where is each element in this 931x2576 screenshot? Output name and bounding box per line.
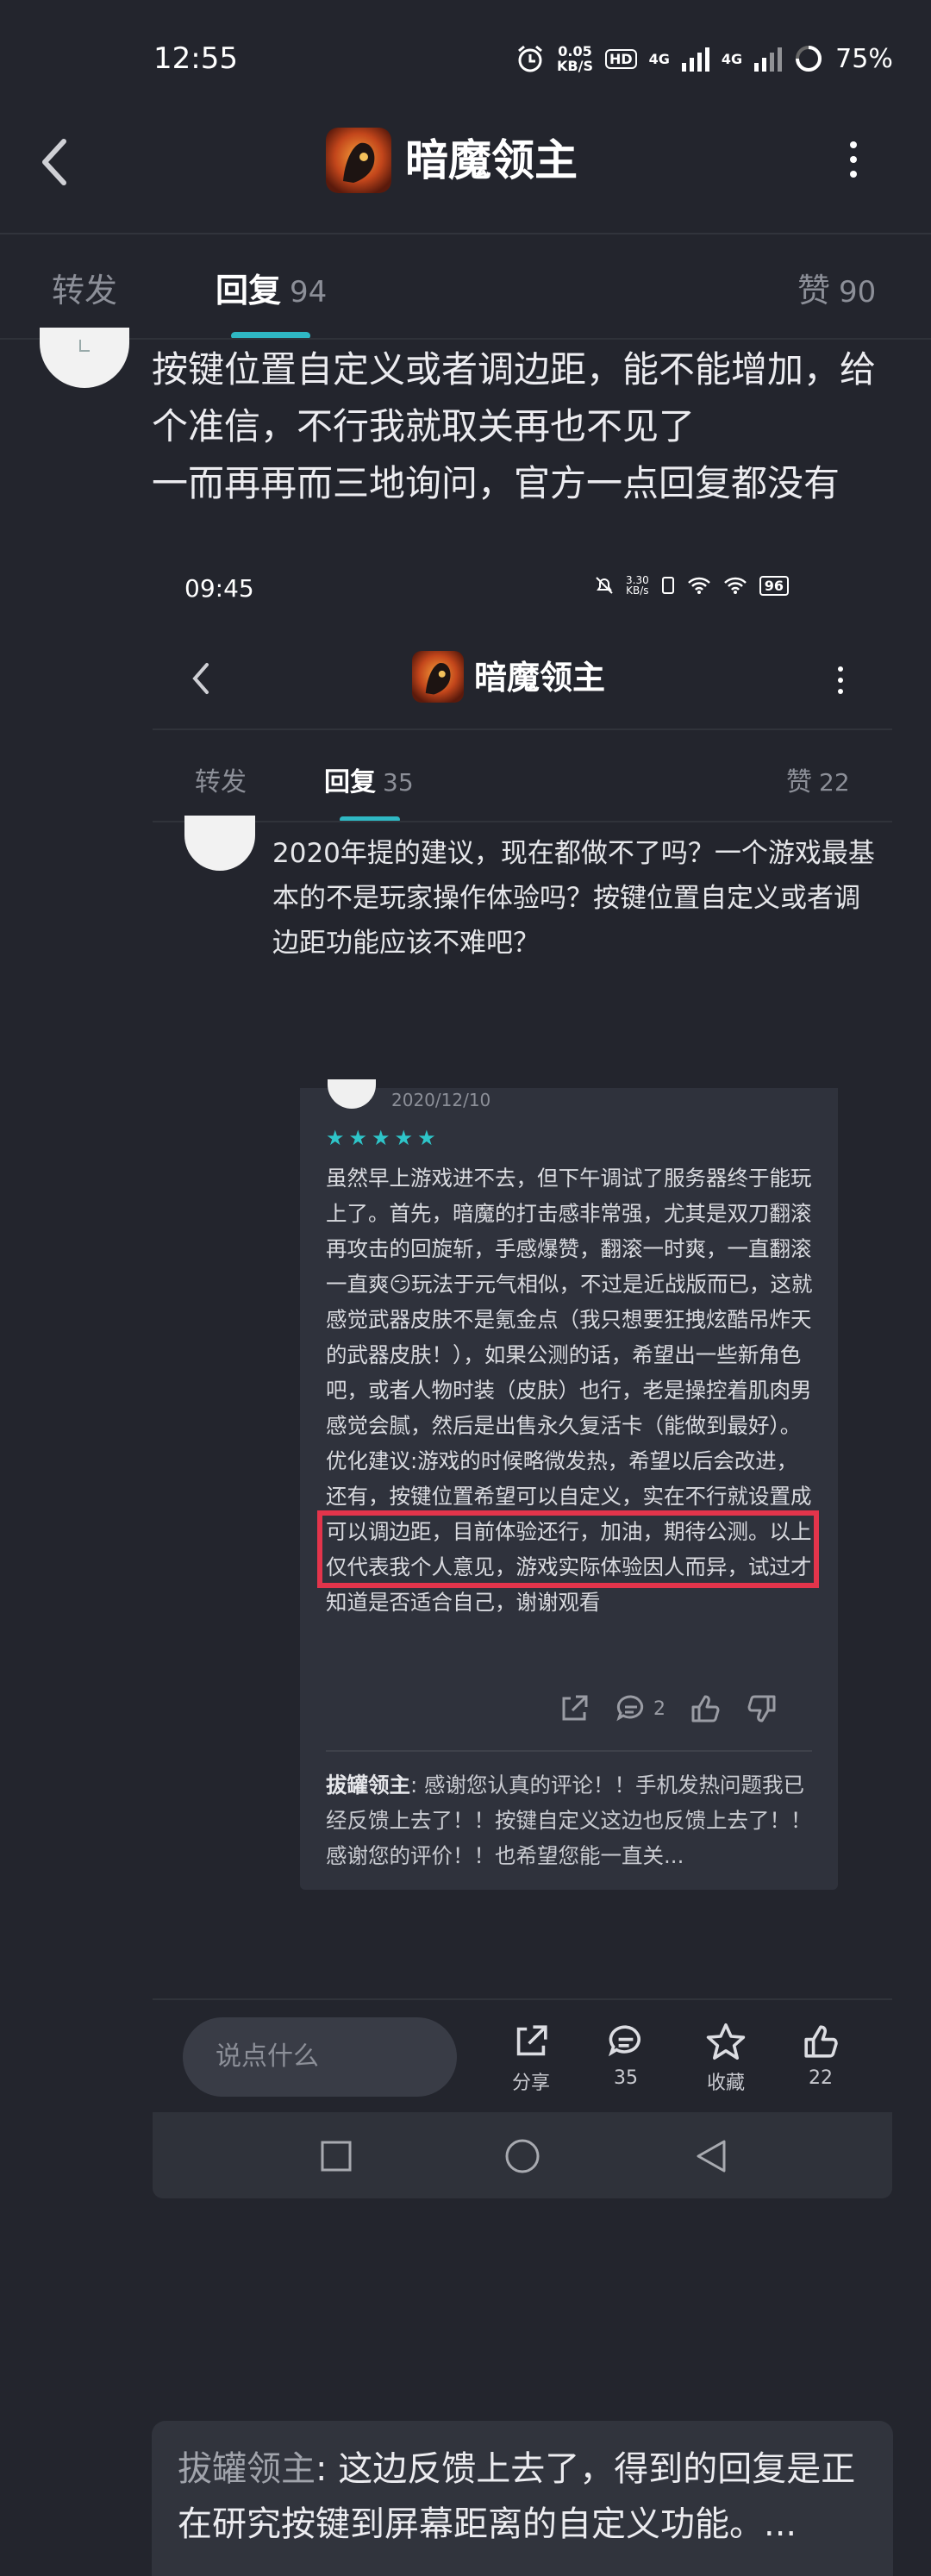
reply-preview-author: 拔罐领主 [178, 2449, 316, 2489]
hd-badge: HD [604, 48, 637, 69]
favorite-button[interactable]: 收藏 [691, 2021, 760, 2095]
alarm-icon [518, 45, 542, 72]
embedded-status-icons: 3.30 KB/s 96 [595, 575, 789, 596]
home-icon[interactable] [504, 2138, 540, 2174]
embedded-title: 暗魔领主 [474, 659, 606, 697]
review-stars: ★★★★★ [326, 1126, 441, 1150]
embedded-status-time: 09:45 [184, 574, 254, 603]
battery-level: 75% [835, 43, 893, 74]
embedded-back-icon[interactable] [188, 660, 214, 697]
app-logo [326, 128, 391, 193]
review-date: 2020/12/10 [391, 1090, 491, 1110]
embedded-bottom-divider [153, 1998, 892, 2000]
avatar[interactable] [40, 328, 129, 388]
embedded-post-text: 2020年提的建议，现在都做不了吗？一个游戏最基本的不是玩家操作体验吗？按键位置… [272, 838, 875, 959]
network-type-2: 4G [721, 50, 743, 67]
network-type-1: 4G [648, 50, 670, 67]
battery-ring-icon [796, 46, 822, 72]
wifi-icon [687, 577, 710, 594]
embedded-tab-forward[interactable]: 转发 [195, 760, 247, 798]
share-icon[interactable] [557, 1691, 591, 1726]
reply-preview-text: 拔罐领主: 这边反馈上去了，得到的回复是正在研究按键到屏幕距离的自定义功能。..… [178, 2442, 884, 2552]
review-actions: 2 [557, 1690, 815, 1728]
signal-icon [681, 46, 709, 72]
sim-icon [661, 577, 674, 594]
review-divider [326, 1750, 812, 1752]
star-icon [706, 2023, 746, 2060]
back-triangle-icon[interactable] [694, 2138, 728, 2174]
tab-likes[interactable]: 赞 90 [797, 264, 876, 311]
embedded-battery: 96 [759, 575, 789, 596]
thumbs-up-icon [804, 2025, 838, 2058]
comment-icon [608, 2025, 640, 2057]
review-comment-button[interactable]: 2 [614, 1691, 665, 1726]
like-button[interactable]: 22 [786, 2021, 855, 2089]
post-text: 按键位置自定义或者调边距，能不能增加，给个准信，不行我就取关再也不见了 一而再再… [152, 348, 877, 504]
recents-icon[interactable] [320, 2140, 353, 2173]
signal-icon-2 [754, 46, 783, 72]
comment-icon [616, 1695, 644, 1722]
tab-reply-count: 94 [290, 275, 328, 309]
embedded-app-logo [412, 651, 464, 703]
chevron-left-icon[interactable] [34, 136, 78, 188]
tab-reply[interactable]: 回复 94 [216, 264, 327, 311]
tab-likes-count: 90 [839, 275, 877, 309]
embedded-header-divider [153, 728, 892, 730]
embedded-more-icon[interactable] [834, 664, 847, 697]
page-title: 暗魔领主 [405, 135, 578, 185]
reply-author: 拔罐领主 [326, 1773, 410, 1798]
status-icons: 0.05 KB/S HD 4G 4G 75% [515, 40, 893, 78]
thumbs-down-icon[interactable] [745, 1691, 779, 1726]
share-icon [516, 2025, 547, 2056]
tab-reply-label: 回复 [216, 272, 282, 309]
embedded-tab-reply[interactable]: 回复 35 [324, 760, 414, 798]
status-time: 12:55 [153, 41, 238, 76]
thumbs-up-icon[interactable] [688, 1691, 722, 1726]
wifi-icon-2 [723, 577, 747, 594]
review-comment-count: 2 [653, 1698, 665, 1720]
network-speed: 0.05 KB/S [557, 43, 593, 74]
review-developer-reply: 拔罐领主: 感谢您认真的评论！！手机发热问题我已经反馈上去了！！按键自定义这边也… [326, 1767, 812, 1873]
highlight-box [317, 1510, 819, 1588]
share-button[interactable]: 分享 [497, 2021, 565, 2095]
embedded-tab-likes[interactable]: 赞 22 [786, 760, 850, 798]
mute-icon [596, 577, 613, 594]
embedded-tabs-divider [153, 821, 892, 822]
tabs-divider [0, 338, 931, 340]
comment-button[interactable]: 35 [591, 2021, 660, 2089]
embedded-speed: 3.30 KB/s [626, 574, 649, 597]
embedded-nav-bar [153, 2112, 892, 2198]
tab-forward[interactable]: 转发 [52, 264, 117, 311]
more-vertical-icon[interactable] [845, 138, 862, 181]
tab-likes-label: 赞 [797, 272, 831, 309]
comment-input[interactable]: 说点什么 [183, 2017, 457, 2097]
